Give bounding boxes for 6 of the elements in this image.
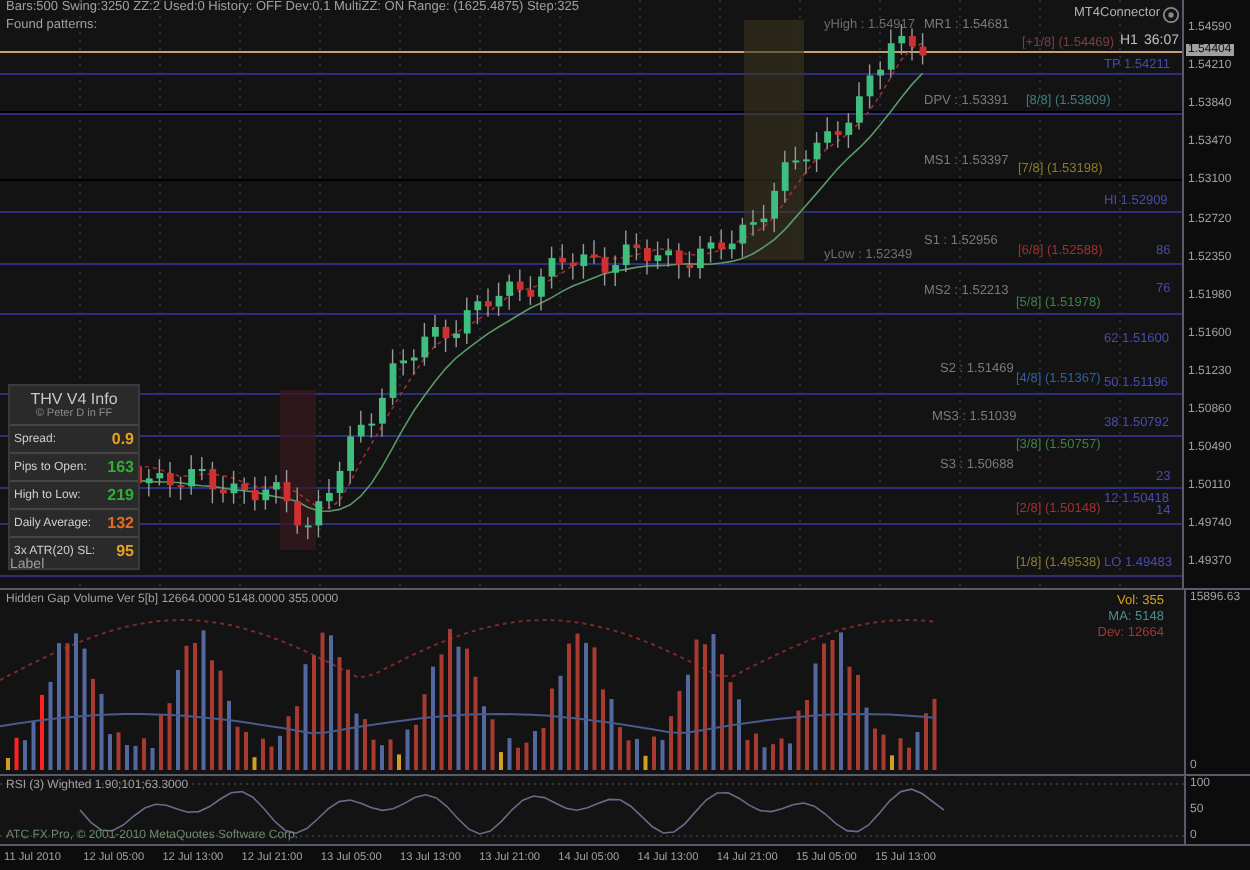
info-value: 0.9 bbox=[111, 430, 134, 448]
panel-title: THV V4 Info bbox=[28, 390, 120, 408]
info-value: 163 bbox=[107, 458, 134, 476]
info-value: 132 bbox=[107, 514, 134, 532]
info-value: 219 bbox=[107, 486, 134, 504]
info-value: 95 bbox=[116, 542, 134, 560]
